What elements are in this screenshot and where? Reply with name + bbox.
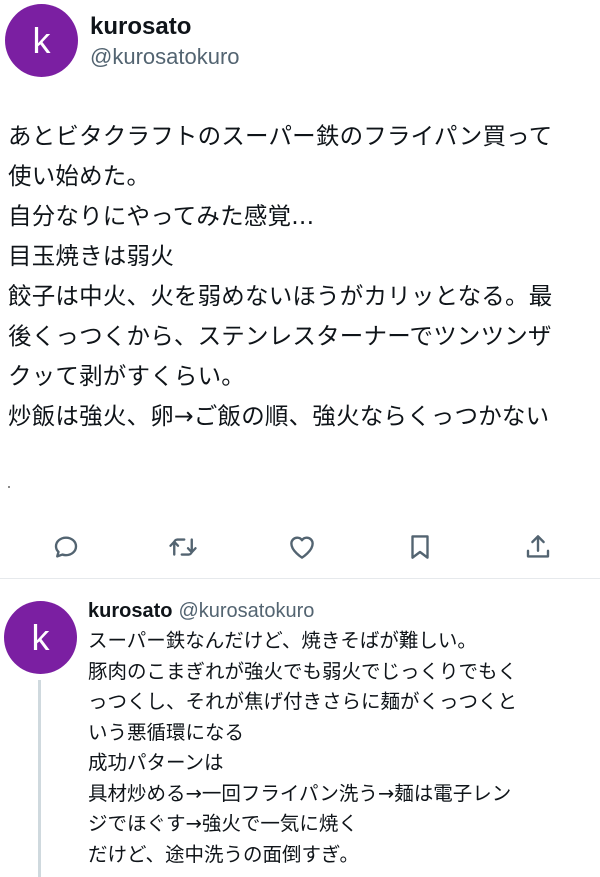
reply-user-handle[interactable]: @kurosatokuro [178,600,314,622]
reply-text-line: 成功パターンは [88,751,224,774]
bookmark-button[interactable] [400,527,440,567]
tweet-text-line: あとビタクラフトのスーパー鉄のフライパン買って [8,122,553,150]
tweet-text-line: 餃子は中火、火を弱めないほうがカリッとなる。最 [8,282,553,310]
reply-text-line: スーパー鉄なんだけど、焼きそばが難しい。 [88,629,477,652]
tweet-text-line: 使い始めた。 [8,162,151,190]
reply-text-line: いう悪循環になる [88,720,245,744]
reply-text-line: 具材炒める→一回フライパン洗う→麺は電子レン [88,781,512,805]
avatar-letter: k [32,19,51,61]
action-bar [0,527,600,567]
tweet-text-line: 炒飯は強火、卵→ご飯の順、強火ならくっつかない [8,402,550,430]
avatar[interactable]: k [5,4,78,77]
thread-line [38,680,41,877]
share-button[interactable] [518,527,558,567]
share-icon [526,535,550,558]
reply-text-line: 豚肉のこまぎれが強火でも弱火でじっくりでもく [88,659,518,683]
retweet-icon [169,538,197,556]
reply-text-line: だけど、途中洗うの面倒すぎ。 [88,842,360,866]
retweet-button[interactable] [163,527,203,567]
reply-display-name[interactable]: kurosato [88,600,172,622]
reply-button[interactable] [46,527,86,567]
stray-dot [8,486,10,488]
display-name[interactable]: kurosato [90,12,191,42]
reply-avatar[interactable]: k [4,601,77,674]
tweet-text-line: 目玉焼きは弱火 [8,242,174,270]
reply-header: kurosato @kurosatokuro [88,597,314,625]
tweet-text-line: クッて剥がすくらい。 [8,362,245,390]
reply-text-line: っつくし、それが焦げ付きさらに麺がくっつくと [88,690,518,713]
tweet-text: あとビタクラフトのスーパー鉄のフライパン買って 使い始めた。 自分なりにやってみ… [8,116,592,436]
avatar-letter: k [31,616,50,658]
tweet-divider [0,578,600,579]
reply-icon [54,536,78,558]
like-button[interactable] [282,527,322,567]
like-icon [290,536,314,559]
reply-text: スーパー鉄なんだけど、焼きそばが難しい。 豚肉のこまぎれが強火でも弱火でじっくり… [88,626,598,870]
user-handle[interactable]: @kurosatokuro [90,42,240,72]
reply-text-line: ジでほぐす→強火で一気に焼く [88,812,358,835]
tweet-text-line: 自分なりにやってみた感覚... [8,202,315,230]
bookmark-icon [411,535,429,559]
tweet-text-line: 後くっつくから、ステンレスターナーでツンツンザ [8,322,552,350]
